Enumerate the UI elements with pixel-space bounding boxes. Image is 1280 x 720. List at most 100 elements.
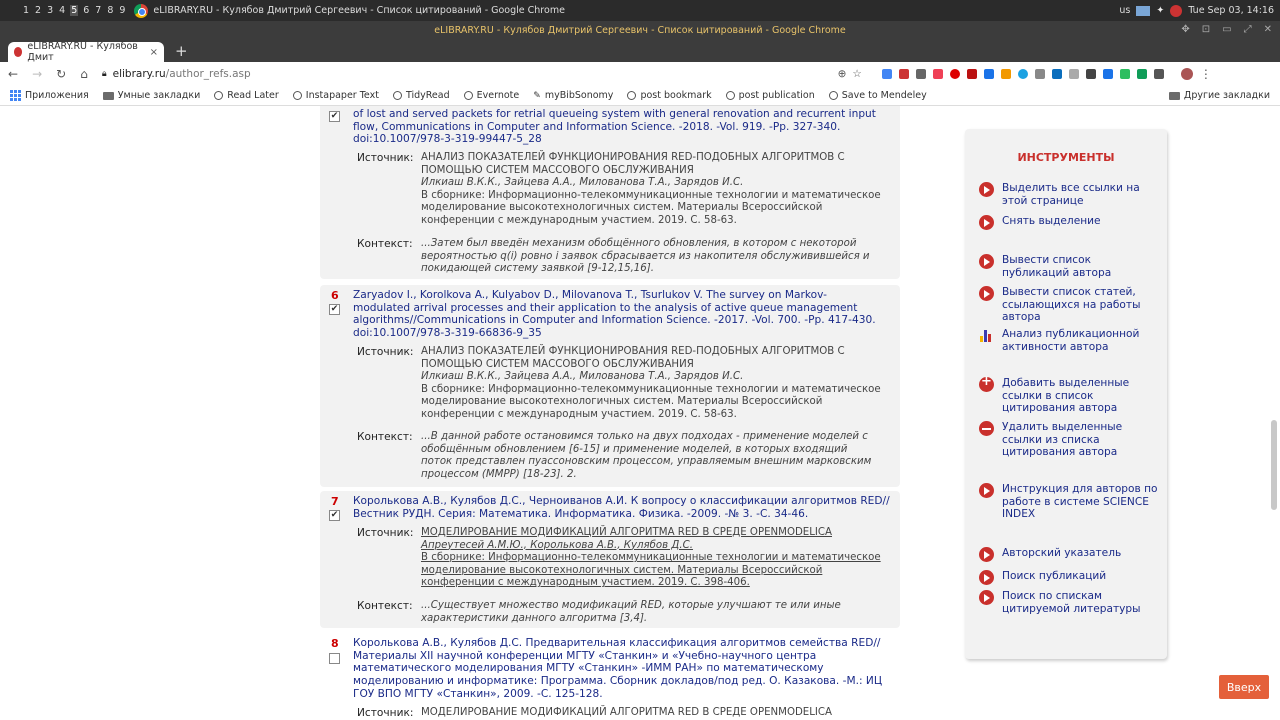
tool-author-publications[interactable]: Вывести список публикаций автора: [979, 254, 1159, 279]
download-extension-icon[interactable]: [1102, 69, 1113, 79]
clock[interactable]: Tue Sep 03, 14:16: [1188, 5, 1274, 16]
home-icon[interactable]: ⌂: [80, 67, 88, 81]
context-label: Контекст:: [357, 431, 413, 443]
reference-text[interactable]: Zaryadov I., Korolkova A., Kulyabov D., …: [353, 289, 898, 340]
reference-text[interactable]: of lost and served packets for retrial q…: [353, 108, 898, 146]
bookmark-evernote[interactable]: Evernote: [463, 90, 519, 101]
workspace-4[interactable]: 4: [58, 5, 66, 16]
lock-icon: 🔒︎: [101, 69, 107, 79]
tool-reference-search[interactable]: Поиск по спискам цитируемой литературы: [979, 590, 1159, 615]
tool-publication-analysis[interactable]: Анализ публикационной активности автора: [979, 328, 1159, 353]
gmail-extension-icon[interactable]: [898, 69, 909, 79]
mail-extension-icon[interactable]: [1153, 69, 1164, 79]
tool-science-index-guide[interactable]: Инструкция для авторов по работе в систем…: [979, 483, 1159, 521]
box-extension-icon[interactable]: [1051, 69, 1062, 79]
tool-deselect[interactable]: Снять выделение: [979, 215, 1159, 230]
profile-avatar-icon[interactable]: [1180, 68, 1193, 80]
scroll-to-top-button[interactable]: Вверх: [1219, 675, 1269, 699]
tab-elibrary[interactable]: eLIBRARY.RU - Кулябов Дмит ×: [8, 41, 164, 63]
bookmark-read-later[interactable]: Read Later: [214, 90, 279, 101]
shade-icon[interactable]: ▭: [1222, 24, 1231, 35]
forward-icon[interactable]: →: [32, 67, 42, 81]
tile-icon[interactable]: ⊡: [1202, 24, 1210, 35]
address-bar[interactable]: 🔒︎ elibrary.ru/author_refs.asp ⊕ ☆: [102, 68, 862, 80]
move-window-icon[interactable]: ✥: [1181, 24, 1189, 35]
entry-checkbox[interactable]: ✔: [329, 111, 340, 122]
entry-checkbox[interactable]: ✔: [329, 304, 340, 315]
scrollbar-thumb[interactable]: [1271, 420, 1277, 510]
tool-label: активности автора: [1002, 340, 1109, 353]
maximize-icon[interactable]: ⤢: [1244, 24, 1252, 35]
bookmark-apps[interactable]: Приложения: [10, 90, 89, 101]
collection-line[interactable]: конференции с международным участием. 20…: [421, 577, 898, 590]
taskbar-window[interactable]: eLIBRARY.RU - Кулябов Дмитрий Сергеевич …: [134, 3, 565, 18]
reload-icon[interactable]: ↻: [56, 67, 66, 81]
bookmark-tidyread[interactable]: TidyRead: [392, 90, 450, 101]
collection-line[interactable]: В сборнике: Информационно-телекоммуникац…: [421, 552, 898, 565]
reference-text[interactable]: Королькова А.В., Кулябов Д.С., Черноиван…: [353, 495, 898, 520]
collection-line: моделирование высокотехнологичных систем…: [421, 396, 823, 408]
workspace-switcher[interactable]: 1 2 3 4 5 6 7 8 9: [0, 5, 126, 16]
chrome-tray-icon[interactable]: [1170, 4, 1183, 17]
tool-remove-selected[interactable]: Удалить выделенные ссылки из списка цитиро…: [979, 421, 1159, 459]
circle-extension-icon[interactable]: [1017, 69, 1028, 79]
source-authors[interactable]: Апреутесей А.М.Ю., Королькова А.В., Куля…: [421, 540, 898, 553]
source-details[interactable]: МОДЕЛИРОВАНИЕ МОДИФИКАЦИЙ АЛГОРИТМА RED …: [421, 527, 898, 590]
bookmark-post-bookmark[interactable]: post bookmark: [627, 90, 712, 101]
workspace-7[interactable]: 7: [94, 5, 102, 16]
network-icon[interactable]: [1136, 5, 1151, 16]
image-extension-icon[interactable]: [1034, 69, 1045, 79]
workspace-2[interactable]: 2: [34, 5, 42, 16]
tool-publication-search[interactable]: Поиск публикаций: [979, 570, 1159, 585]
workspace-3[interactable]: 3: [46, 5, 54, 16]
dropbox-icon[interactable]: ✦: [1156, 5, 1164, 16]
tool-extension-icon[interactable]: [915, 69, 926, 79]
other-bookmarks[interactable]: Другие закладки: [1168, 90, 1280, 101]
reference-text[interactable]: Королькова А.В., Кулябов Д.С. Предварите…: [353, 637, 898, 701]
bookmark-smart[interactable]: Умные закладки: [102, 90, 200, 101]
zoom-icon[interactable]: ⊕: [838, 68, 847, 80]
screen-extension-icon[interactable]: [1085, 69, 1096, 79]
close-window-icon[interactable]: ✕: [1264, 24, 1272, 35]
globe-icon: [627, 91, 637, 100]
workspace-6[interactable]: 6: [82, 5, 90, 16]
bookmark-instapaper[interactable]: Instapaper Text: [292, 90, 379, 101]
entry-checkbox[interactable]: [329, 653, 340, 664]
bookmark-mybibsonomy[interactable]: ✎ myBibSonomy: [533, 90, 613, 101]
cart-extension-icon[interactable]: [983, 69, 994, 79]
new-tab-button[interactable]: +: [175, 42, 188, 60]
tool-label: Поиск публикаций: [1002, 570, 1107, 582]
rss-extension-icon[interactable]: [1068, 69, 1079, 79]
workspace-5[interactable]: 5: [70, 5, 79, 16]
entry-checkbox[interactable]: ✔: [329, 510, 340, 521]
tool-select-all[interactable]: Выделить все ссылки на этой странице: [979, 182, 1159, 207]
workspace-9[interactable]: 9: [118, 5, 126, 16]
play-icon: [979, 254, 994, 269]
green-extension-icon[interactable]: [1136, 69, 1147, 79]
star-icon[interactable]: ☆: [852, 68, 861, 80]
keyboard-layout[interactable]: us: [1119, 5, 1130, 16]
adblock-extension-icon[interactable]: [949, 69, 960, 79]
evernote-extension-icon[interactable]: [1119, 69, 1130, 79]
pdf-extension-icon[interactable]: [1000, 69, 1011, 79]
mendeley-extension-icon[interactable]: [966, 69, 977, 79]
back-icon[interactable]: ←: [8, 67, 18, 81]
bookmark-post-publication[interactable]: post publication: [725, 90, 815, 101]
context-line: вероятностью q(i) ровно i заявок сбрасыв…: [421, 250, 870, 262]
translate-extension-icon[interactable]: [881, 69, 892, 79]
tool-citing-articles[interactable]: Вывести список статей, ссылающихся на раб…: [979, 286, 1159, 324]
workspace-8[interactable]: 8: [106, 5, 114, 16]
workspace-1[interactable]: 1: [22, 5, 30, 16]
reference-line: algorithms//Communications in Computer a…: [353, 314, 876, 327]
bookmark-mendeley[interactable]: Save to Mendeley: [828, 90, 927, 101]
tool-add-selected[interactable]: Добавить выделенныессылки в списокцитиро…: [979, 376, 1159, 415]
tool-label: Добавить выделенные: [1002, 377, 1130, 389]
collection-line[interactable]: моделирование высокотехнологичных систем…: [421, 565, 898, 578]
menu-icon[interactable]: ⋮: [1200, 67, 1212, 81]
citation-entry: 8 Королькова А.В., Кулябов Д.С. Предвари…: [320, 633, 900, 720]
source-title-line[interactable]: МОДЕЛИРОВАНИЕ МОДИФИКАЦИЙ АЛГОРИТМА RED …: [421, 527, 898, 540]
pocket-extension-icon[interactable]: [932, 69, 943, 79]
collection-line: В сборнике: Информационно-телекоммуникац…: [421, 383, 881, 395]
tab-close-icon[interactable]: ×: [150, 47, 158, 58]
tool-author-index[interactable]: Авторский указатель: [979, 547, 1159, 562]
